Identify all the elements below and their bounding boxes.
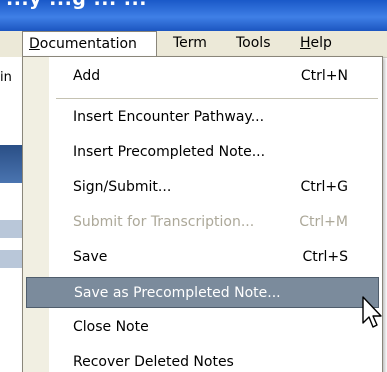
screenshot: ...y ...g ... ... Documentation Term Too… (0, 0, 387, 372)
menu-documentation-label: ocumentation (39, 36, 137, 52)
background-text-fragment: in (0, 70, 12, 85)
menu-item-close-note[interactable]: Close Note (24, 312, 381, 343)
menu-item-shortcut: Ctrl+G (300, 179, 349, 195)
documentation-dropdown-menu: Add Ctrl+N Insert Encounter Pathway... I… (22, 56, 383, 372)
window-title-bar: ...y ...g ... ... (0, 0, 387, 31)
menu-item-shortcut: Ctrl+S (302, 249, 348, 265)
menu-help-label: elp (310, 35, 332, 51)
menu-item-shortcut: Ctrl+N (300, 68, 348, 84)
menu-term-label: Term (173, 35, 207, 51)
menu-item-save[interactable]: Save Ctrl+S (24, 242, 381, 273)
background-row (0, 220, 22, 238)
menu-item-insert-encounter-pathway[interactable]: Insert Encounter Pathway... (24, 102, 381, 133)
background-row (0, 250, 22, 268)
menu-item-submit-for-transcription: Submit for Transcription... Ctrl+M (24, 207, 381, 238)
menu-item-label: Insert Encounter Pathway... (73, 109, 265, 125)
menu-documentation[interactable]: Documentation (22, 31, 157, 57)
menu-item-insert-precompleted-note[interactable]: Insert Precompleted Note... (24, 137, 381, 168)
background-window: in (0, 57, 22, 372)
menu-item-label: Recover Deleted Notes (73, 354, 234, 370)
menu-separator (56, 98, 378, 99)
menu-item-label: Sign/Submit... (73, 179, 172, 195)
menu-item-label: Insert Precompleted Note... (73, 144, 266, 160)
menu-item-label: Add (73, 68, 101, 84)
menu-bar: Documentation Term Tools Help (0, 31, 387, 58)
menu-tools-label: Tools (236, 35, 271, 51)
menu-item-label: Save (73, 249, 108, 265)
background-blue-band (0, 145, 22, 183)
menu-item-label: Save as Precompleted Note... (74, 285, 281, 301)
menu-documentation-accel: D (29, 36, 40, 52)
menu-item-label: Close Note (73, 319, 149, 335)
mouse-pointer-icon (362, 296, 382, 328)
menu-item-label: Submit for Transcription... (73, 214, 255, 230)
menu-help[interactable]: Help (294, 31, 338, 56)
menu-tools[interactable]: Tools (230, 31, 277, 56)
menu-term[interactable]: Term (167, 31, 213, 56)
menu-help-accel: H (300, 35, 311, 51)
menu-item-save-as-precompleted-note[interactable]: Save as Precompleted Note... (26, 277, 379, 308)
menu-item-sign-submit[interactable]: Sign/Submit... Ctrl+G (24, 172, 381, 203)
window-title-fragment: ...y ...g ... ... (6, 0, 147, 10)
menu-item-shortcut: Ctrl+M (299, 214, 348, 230)
menu-item-add[interactable]: Add Ctrl+N (24, 61, 381, 92)
menu-item-recover-deleted-notes[interactable]: Recover Deleted Notes (24, 347, 381, 372)
